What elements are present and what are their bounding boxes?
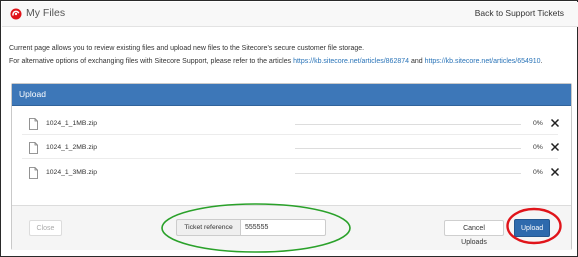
- ticket-reference-label: Ticket reference: [176, 219, 240, 236]
- ticket-reference-group: Ticket reference: [176, 219, 328, 236]
- file-icon: [29, 118, 38, 130]
- intro-and: and: [410, 57, 423, 65]
- file-progress-bar: [295, 124, 521, 125]
- intro-line-2: For alternative options of exchanging fi…: [9, 56, 543, 69]
- file-name: 1024_1_2MB.zip: [46, 144, 98, 151]
- close-button[interactable]: Close: [29, 220, 62, 236]
- file-icon: [29, 167, 38, 179]
- intro-line-1: Current page allows you to review existi…: [9, 45, 365, 52]
- cancel-uploads-button[interactable]: Cancel Uploads: [444, 220, 504, 246]
- window-frame: My Files Back to Support Tickets Current…: [0, 0, 578, 257]
- file-icon: [29, 142, 38, 154]
- row-divider: [22, 134, 558, 135]
- remove-file-icon[interactable]: [549, 166, 561, 178]
- file-progress-bar: [295, 173, 521, 174]
- file-progress-bar: [295, 148, 521, 149]
- back-to-support-tickets-link[interactable]: Back to Support Tickets: [475, 8, 564, 18]
- upload-panel-footer: Close Ticket reference Cancel Uploads Up…: [12, 205, 571, 250]
- page-header: My Files Back to Support Tickets: [2, 2, 578, 27]
- intro-line-2-prefix: For alternative options of exchanging fi…: [9, 57, 292, 65]
- intro-text: Current page allows you to review existi…: [9, 43, 543, 68]
- upload-panel: Upload 1024_1_1MB.zip 0% 1024_1_2MB.zip …: [11, 83, 572, 250]
- upload-panel-header: Upload: [12, 84, 571, 106]
- ticket-reference-input[interactable]: [240, 219, 326, 236]
- kb-article-link-2[interactable]: https://kb.sitecore.net/articles/654910: [425, 58, 541, 65]
- sitecore-logo-icon: [10, 8, 22, 20]
- page-title: My Files: [26, 7, 66, 19]
- file-name: 1024_1_1MB.zip: [46, 120, 98, 127]
- kb-article-link-1[interactable]: https://kb.sitecore.net/articles/862874: [293, 58, 409, 65]
- upload-panel-title: Upload: [19, 89, 46, 99]
- file-row: 1024_1_3MB.zip 0%: [25, 165, 561, 187]
- file-name: 1024_1_3MB.zip: [46, 169, 98, 176]
- file-progress-percent: 0%: [533, 169, 543, 176]
- row-divider: [22, 158, 558, 159]
- upload-button[interactable]: Upload: [514, 219, 550, 237]
- file-progress-percent: 0%: [533, 144, 543, 151]
- remove-file-icon[interactable]: [549, 141, 561, 153]
- intro-suffix: .: [540, 57, 543, 65]
- remove-file-icon[interactable]: [549, 117, 561, 129]
- file-progress-percent: 0%: [533, 120, 543, 127]
